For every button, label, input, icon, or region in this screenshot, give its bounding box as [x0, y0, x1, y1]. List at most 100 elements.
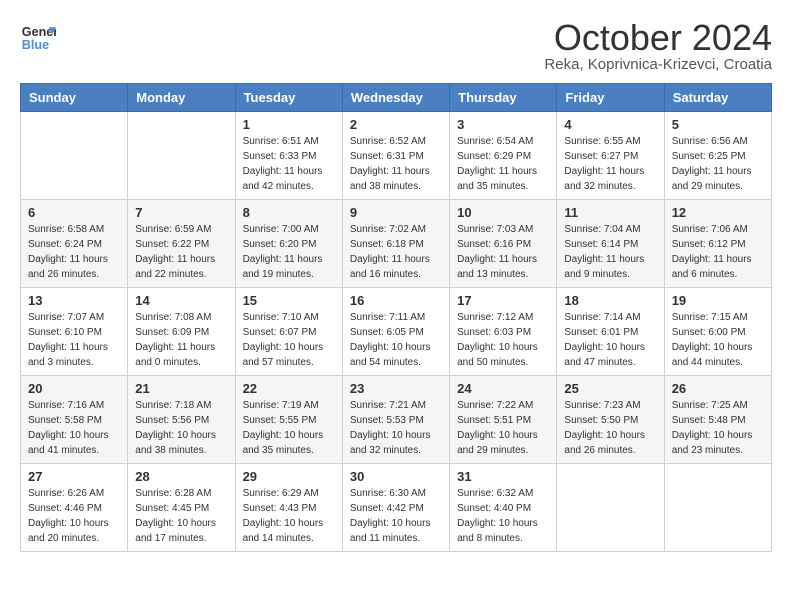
calendar-cell: 20 Sunrise: 7:16 AMSunset: 5:58 PMDayligh…	[21, 376, 128, 464]
calendar-cell: 25 Sunrise: 7:23 AMSunset: 5:50 PMDayligh…	[557, 376, 664, 464]
day-info: Sunrise: 6:58 AMSunset: 6:24 PMDaylight:…	[28, 222, 120, 282]
calendar-cell: 1 Sunrise: 6:51 AMSunset: 6:33 PMDaylight…	[235, 112, 342, 200]
calendar-cell	[128, 112, 235, 200]
day-number: 29	[243, 469, 335, 484]
calendar-cell: 30 Sunrise: 6:30 AMSunset: 4:42 PMDayligh…	[342, 464, 449, 552]
day-info: Sunrise: 7:25 AMSunset: 5:48 PMDaylight:…	[672, 398, 764, 458]
day-number: 11	[564, 205, 656, 220]
day-info: Sunrise: 6:55 AMSunset: 6:27 PMDaylight:…	[564, 134, 656, 194]
day-info: Sunrise: 6:56 AMSunset: 6:25 PMDaylight:…	[672, 134, 764, 194]
day-info: Sunrise: 6:26 AMSunset: 4:46 PMDaylight:…	[28, 486, 120, 546]
calendar-cell: 31 Sunrise: 6:32 AMSunset: 4:40 PMDayligh…	[450, 464, 557, 552]
calendar-cell: 17 Sunrise: 7:12 AMSunset: 6:03 PMDayligh…	[450, 288, 557, 376]
day-number: 6	[28, 205, 120, 220]
day-info: Sunrise: 6:28 AMSunset: 4:45 PMDaylight:…	[135, 486, 227, 546]
calendar-cell: 27 Sunrise: 6:26 AMSunset: 4:46 PMDayligh…	[21, 464, 128, 552]
calendar-cell: 28 Sunrise: 6:28 AMSunset: 4:45 PMDayligh…	[128, 464, 235, 552]
day-info: Sunrise: 7:15 AMSunset: 6:00 PMDaylight:…	[672, 310, 764, 370]
calendar-cell: 22 Sunrise: 7:19 AMSunset: 5:55 PMDayligh…	[235, 376, 342, 464]
logo-icon: General Blue	[20, 20, 56, 56]
day-info: Sunrise: 7:04 AMSunset: 6:14 PMDaylight:…	[564, 222, 656, 282]
calendar-week-row: 27 Sunrise: 6:26 AMSunset: 4:46 PMDayligh…	[21, 464, 772, 552]
day-number: 10	[457, 205, 549, 220]
calendar-cell: 21 Sunrise: 7:18 AMSunset: 5:56 PMDayligh…	[128, 376, 235, 464]
day-info: Sunrise: 7:18 AMSunset: 5:56 PMDaylight:…	[135, 398, 227, 458]
day-info: Sunrise: 6:51 AMSunset: 6:33 PMDaylight:…	[243, 134, 335, 194]
day-number: 22	[243, 381, 335, 396]
day-number: 7	[135, 205, 227, 220]
calendar-cell: 13Sunrise: 7:07 AMSunset: 6:10 PMDayligh…	[21, 288, 128, 376]
svg-text:Blue: Blue	[22, 38, 49, 52]
day-info: Sunrise: 7:16 AMSunset: 5:58 PMDaylight:…	[28, 398, 120, 458]
day-number: 2	[350, 117, 442, 132]
day-info: Sunrise: 7:03 AMSunset: 6:16 PMDaylight:…	[457, 222, 549, 282]
day-info: Sunrise: 7:08 AMSunset: 6:09 PMDaylight:…	[135, 310, 227, 370]
day-info: Sunrise: 7:14 AMSunset: 6:01 PMDaylight:…	[564, 310, 656, 370]
day-number: 24	[457, 381, 549, 396]
calendar-cell	[557, 464, 664, 552]
calendar-cell: 24Sunrise: 7:22 AMSunset: 5:51 PMDayligh…	[450, 376, 557, 464]
calendar-week-row: 13Sunrise: 7:07 AMSunset: 6:10 PMDayligh…	[21, 288, 772, 376]
calendar-cell: 16 Sunrise: 7:11 AMSunset: 6:05 PMDayligh…	[342, 288, 449, 376]
calendar-cell: 2 Sunrise: 6:52 AMSunset: 6:31 PMDaylight…	[342, 112, 449, 200]
calendar-cell: 18Sunrise: 7:14 AMSunset: 6:01 PMDayligh…	[557, 288, 664, 376]
calendar-week-row: 20 Sunrise: 7:16 AMSunset: 5:58 PMDayligh…	[21, 376, 772, 464]
day-info: Sunrise: 6:32 AMSunset: 4:40 PMDaylight:…	[457, 486, 549, 546]
calendar-cell: 3Sunrise: 6:54 AMSunset: 6:29 PMDaylight…	[450, 112, 557, 200]
calendar-cell: 7 Sunrise: 6:59 AMSunset: 6:22 PMDaylight…	[128, 200, 235, 288]
day-number: 28	[135, 469, 227, 484]
title-block: October 2024 Reka, Koprivnica-Krizevci, …	[544, 20, 772, 73]
day-info: Sunrise: 7:21 AMSunset: 5:53 PMDaylight:…	[350, 398, 442, 458]
calendar-cell: 23 Sunrise: 7:21 AMSunset: 5:53 PMDayligh…	[342, 376, 449, 464]
day-number: 30	[350, 469, 442, 484]
day-info: Sunrise: 7:19 AMSunset: 5:55 PMDaylight:…	[243, 398, 335, 458]
calendar-cell: 19Sunrise: 7:15 AMSunset: 6:00 PMDayligh…	[664, 288, 771, 376]
day-number: 16	[350, 293, 442, 308]
page-header: General Blue October 2024 Reka, Koprivni…	[20, 20, 772, 73]
day-number: 21	[135, 381, 227, 396]
day-number: 12	[672, 205, 764, 220]
day-header: Saturday	[664, 84, 771, 112]
location-subtitle: Reka, Koprivnica-Krizevci, Croatia	[544, 56, 772, 73]
day-number: 20	[28, 381, 120, 396]
day-info: Sunrise: 7:00 AMSunset: 6:20 PMDaylight:…	[243, 222, 335, 282]
day-info: Sunrise: 7:12 AMSunset: 6:03 PMDaylight:…	[457, 310, 549, 370]
calendar-cell: 10 Sunrise: 7:03 AMSunset: 6:16 PMDayligh…	[450, 200, 557, 288]
calendar-cell: 4Sunrise: 6:55 AMSunset: 6:27 PMDaylight…	[557, 112, 664, 200]
day-number: 26	[672, 381, 764, 396]
calendar-body: 1 Sunrise: 6:51 AMSunset: 6:33 PMDaylight…	[21, 112, 772, 552]
day-info: Sunrise: 7:11 AMSunset: 6:05 PMDaylight:…	[350, 310, 442, 370]
day-info: Sunrise: 7:23 AMSunset: 5:50 PMDaylight:…	[564, 398, 656, 458]
day-header: Sunday	[21, 84, 128, 112]
month-title: October 2024	[544, 20, 772, 56]
calendar-cell	[21, 112, 128, 200]
day-number: 25	[564, 381, 656, 396]
day-info: Sunrise: 6:52 AMSunset: 6:31 PMDaylight:…	[350, 134, 442, 194]
calendar-cell: 12Sunrise: 7:06 AMSunset: 6:12 PMDayligh…	[664, 200, 771, 288]
calendar-cell: 29 Sunrise: 6:29 AMSunset: 4:43 PMDayligh…	[235, 464, 342, 552]
calendar-cell: 14 Sunrise: 7:08 AMSunset: 6:09 PMDayligh…	[128, 288, 235, 376]
calendar-cell: 8 Sunrise: 7:00 AMSunset: 6:20 PMDaylight…	[235, 200, 342, 288]
day-header: Friday	[557, 84, 664, 112]
logo: General Blue	[20, 20, 56, 56]
day-number: 14	[135, 293, 227, 308]
calendar-cell: 5 Sunrise: 6:56 AMSunset: 6:25 PMDaylight…	[664, 112, 771, 200]
calendar-week-row: 6 Sunrise: 6:58 AMSunset: 6:24 PMDaylight…	[21, 200, 772, 288]
day-number: 27	[28, 469, 120, 484]
day-number: 23	[350, 381, 442, 396]
day-number: 5	[672, 117, 764, 132]
day-number: 15	[243, 293, 335, 308]
calendar-cell: 26 Sunrise: 7:25 AMSunset: 5:48 PMDayligh…	[664, 376, 771, 464]
day-number: 31	[457, 469, 549, 484]
day-number: 1	[243, 117, 335, 132]
calendar-cell: 11 Sunrise: 7:04 AMSunset: 6:14 PMDayligh…	[557, 200, 664, 288]
day-info: Sunrise: 6:59 AMSunset: 6:22 PMDaylight:…	[135, 222, 227, 282]
day-info: Sunrise: 7:02 AMSunset: 6:18 PMDaylight:…	[350, 222, 442, 282]
day-header: Thursday	[450, 84, 557, 112]
day-info: Sunrise: 6:30 AMSunset: 4:42 PMDaylight:…	[350, 486, 442, 546]
day-header: Monday	[128, 84, 235, 112]
day-info: Sunrise: 6:29 AMSunset: 4:43 PMDaylight:…	[243, 486, 335, 546]
day-number: 17	[457, 293, 549, 308]
calendar-cell: 9Sunrise: 7:02 AMSunset: 6:18 PMDaylight…	[342, 200, 449, 288]
day-number: 8	[243, 205, 335, 220]
